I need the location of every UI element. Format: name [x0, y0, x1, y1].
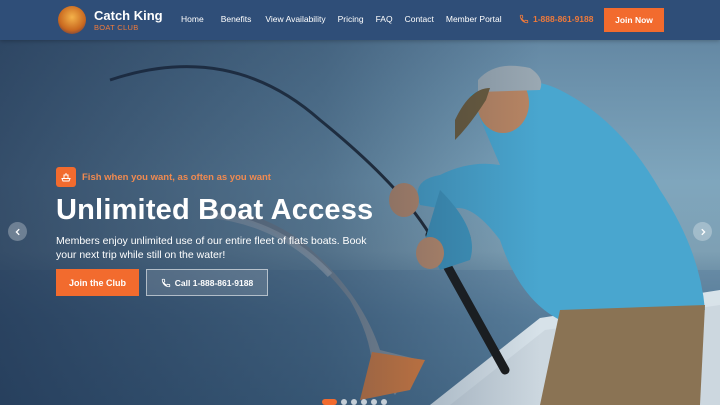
carousel-next-button[interactable]	[693, 222, 712, 241]
carousel-dot[interactable]	[351, 399, 357, 405]
fish-crown-logo-icon[interactable]	[58, 6, 86, 34]
nav-item-contact[interactable]: Contact	[405, 14, 434, 24]
nav-item-member-portal[interactable]: Member Portal	[446, 14, 502, 24]
carousel-dot[interactable]	[381, 399, 387, 405]
nav-phone-link[interactable]: 1-888-861-9188	[519, 14, 594, 24]
boat-icon	[56, 167, 76, 187]
phone-icon	[161, 278, 170, 287]
hero-tagline: Fish when you want, as often as you want	[82, 172, 271, 183]
call-button-label: Call 1-888-861-9188	[174, 277, 254, 288]
carousel-dot[interactable]	[361, 399, 367, 405]
join-the-club-button[interactable]: Join the Club	[56, 269, 139, 296]
chevron-right-icon	[700, 228, 706, 235]
top-navbar: Catch King BOAT CLUB Home Benefits View …	[0, 0, 720, 40]
call-button[interactable]: Call 1-888-861-9188	[146, 269, 268, 296]
hero-headline: Unlimited Boat Access	[56, 194, 374, 226]
nav-item-home[interactable]: Home	[181, 14, 204, 24]
carousel-dot[interactable]	[341, 399, 347, 405]
brand-name[interactable]: Catch King	[94, 8, 163, 23]
nav-item-faq[interactable]: FAQ	[376, 14, 393, 24]
chevron-left-icon	[14, 228, 20, 235]
nav-phone-number: 1-888-861-9188	[533, 14, 594, 24]
brand-subtitle: BOAT CLUB	[94, 23, 139, 32]
join-now-button[interactable]: Join Now	[604, 8, 664, 32]
phone-icon	[519, 14, 529, 24]
carousel-dot[interactable]	[371, 399, 377, 405]
nav-item-benefits[interactable]: Benefits	[221, 14, 252, 24]
main-menu: Home Benefits View Availability Pricing …	[181, 14, 502, 24]
carousel-dot[interactable]	[322, 399, 337, 405]
carousel-dots	[322, 399, 387, 405]
nav-item-pricing[interactable]: Pricing	[338, 14, 364, 24]
nav-item-view-availability[interactable]: View Availability	[265, 14, 325, 24]
carousel-prev-button[interactable]	[8, 222, 27, 241]
hero-subtext: Members enjoy unlimited use of our entir…	[56, 235, 367, 261]
